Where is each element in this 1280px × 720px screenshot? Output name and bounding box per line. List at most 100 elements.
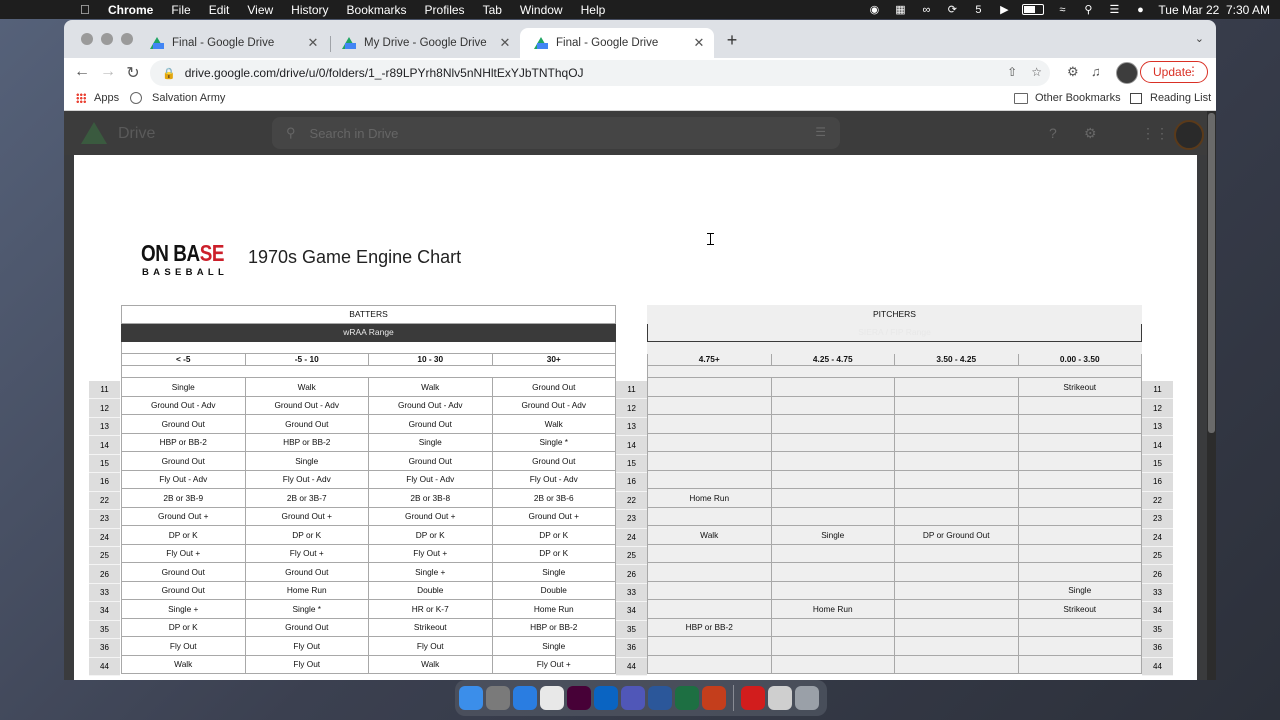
update-button[interactable]: Update ⋮: [1140, 61, 1208, 83]
address-bar[interactable]: 🔒 drive.google.com/drive/u/0/folders/1_-…: [150, 60, 1050, 86]
minimize-window-button[interactable]: [101, 33, 113, 45]
dock-trash-icon[interactable]: [795, 686, 819, 710]
reading-list[interactable]: Reading List: [1130, 92, 1211, 104]
creative-cloud-icon[interactable]: ∞: [918, 4, 934, 16]
other-bookmarks[interactable]: Other Bookmarks: [1014, 92, 1121, 104]
dock-excel-icon[interactable]: [675, 686, 699, 710]
apps-bookmark[interactable]: Apps: [76, 92, 119, 104]
table-cell: [647, 377, 772, 397]
table-cell: Ground Out +: [121, 506, 246, 526]
table-cell: Fly Out +: [121, 543, 246, 563]
bookmark-star-icon[interactable]: ☆: [1031, 65, 1042, 79]
roll-number: 33: [89, 583, 120, 603]
roll-number: 33: [1142, 583, 1173, 603]
new-tab-icon[interactable]: +: [722, 30, 742, 51]
dock-preview-icon[interactable]: [768, 686, 792, 710]
tab-final-drive-active[interactable]: Final - Google Drive ✕: [520, 28, 714, 58]
drive-search-box[interactable]: ⚲ Search in Drive ☰: [272, 117, 840, 149]
table-cell: [647, 636, 772, 656]
menu-window[interactable]: Window: [520, 3, 563, 17]
help-icon[interactable]: ?: [1049, 125, 1057, 141]
control-center-icon[interactable]: ☰: [1106, 4, 1122, 16]
roll-numbers-left: 11 12 13 14 15 16 22 23 24 25 26 33 34 35 36 44: [89, 381, 120, 676]
table-row: Ground Out - Adv Ground Out - Adv Ground O…: [121, 395, 616, 415]
wifi-icon[interactable]: ≈: [1054, 4, 1070, 16]
dock-teams-icon[interactable]: [621, 686, 645, 710]
menu-view[interactable]: View: [247, 3, 273, 17]
dock-adobe-xd-icon[interactable]: [567, 686, 591, 710]
tab-my-drive[interactable]: My Drive - Google Drive ✕: [328, 28, 520, 58]
roll-number: 22: [89, 491, 120, 511]
close-tab-icon[interactable]: ✕: [304, 35, 322, 51]
close-window-button[interactable]: [81, 33, 93, 45]
sync-icon[interactable]: ⟳: [944, 4, 960, 16]
more-menu-icon[interactable]: ⋮: [1187, 64, 1199, 78]
column-header: 10 - 30: [368, 352, 493, 366]
siri-icon[interactable]: ●: [1132, 4, 1148, 16]
menu-history[interactable]: History: [291, 3, 328, 17]
roll-number: 14: [89, 436, 120, 455]
bookmark-salvation-army[interactable]: Salvation Army: [130, 92, 225, 104]
account-avatar[interactable]: [1174, 120, 1204, 150]
lock-icon[interactable]: 🔒: [162, 67, 176, 80]
battery-icon[interactable]: [1022, 4, 1045, 15]
page-scrollbar[interactable]: [1207, 111, 1216, 680]
dock-powerpoint-icon[interactable]: [702, 686, 726, 710]
back-arrow-icon[interactable]: ←: [72, 63, 92, 81]
table-cell: 2B or 3B-7: [244, 488, 369, 508]
batters-table: BATTERS wRAA Range < -5 -5 - 10 10 - 30 …: [121, 305, 616, 674]
media-control-icon[interactable]: ♫: [1091, 64, 1101, 79]
dock-outlook-icon[interactable]: [594, 686, 618, 710]
dock-safari-icon[interactable]: [513, 686, 537, 710]
dock-word-icon[interactable]: [648, 686, 672, 710]
zoom-window-button[interactable]: [121, 33, 133, 45]
apple-icon[interactable]: : [80, 2, 96, 17]
menu-profiles[interactable]: Profiles: [425, 3, 465, 17]
close-tab-icon[interactable]: ✕: [496, 35, 514, 51]
roll-number: 13: [616, 417, 647, 437]
menu-help[interactable]: Help: [581, 3, 606, 17]
tab-search-chevron-icon[interactable]: ⌄: [1195, 32, 1204, 45]
menu-bookmarks[interactable]: Bookmarks: [347, 3, 407, 17]
vpn-icon[interactable]: ▦: [892, 4, 908, 16]
table-cell: [1017, 506, 1142, 526]
table-row: Single + Single * HR or K-7 Home Run: [121, 599, 616, 619]
apps-grid-icon[interactable]: ⋮⋮: [1141, 125, 1169, 142]
reload-icon[interactable]: ↻: [123, 63, 143, 83]
tab-final-drive-1[interactable]: Final - Google Drive ✕: [136, 28, 328, 58]
five-icon[interactable]: 5: [970, 4, 986, 16]
search-icon[interactable]: ⚲: [1080, 4, 1096, 16]
profile-avatar[interactable]: [1116, 62, 1138, 84]
dock-chrome-icon[interactable]: [540, 686, 564, 710]
play-icon[interactable]: ▶: [996, 4, 1012, 16]
table-row: Walk Fly Out Walk Fly Out +: [121, 654, 616, 674]
extensions-puzzle-icon[interactable]: ⚙: [1067, 64, 1079, 80]
table-row: [647, 451, 1142, 471]
table-cell: [770, 562, 895, 582]
table-cell: 2B or 3B-8: [368, 488, 493, 508]
search-icon: ⚲: [286, 125, 296, 140]
menu-edit[interactable]: Edit: [209, 3, 230, 17]
roll-number: 26: [89, 565, 120, 584]
table-cell: Fly Out - Adv: [368, 469, 493, 489]
close-tab-icon[interactable]: ✕: [690, 35, 708, 51]
url-text[interactable]: drive.google.com/drive/u/0/folders/1_-r8…: [185, 66, 584, 80]
table-cell: Walk: [368, 377, 493, 397]
dock-acrobat-icon[interactable]: [741, 686, 765, 710]
table-cell: Ground Out +: [368, 506, 493, 526]
menu-app-name[interactable]: Chrome: [108, 3, 153, 17]
roll-numbers-middle: 11 12 13 14 15 16 22 23 24 25 26 33 34 35 36 44: [616, 381, 647, 676]
menu-clock[interactable]: Tue Mar 22 7:30 AM: [1158, 3, 1270, 17]
forward-arrow-icon[interactable]: →: [98, 63, 118, 81]
dock-system-preferences-icon[interactable]: [486, 686, 510, 710]
settings-gear-icon[interactable]: ⚙: [1084, 125, 1097, 142]
search-options-icon[interactable]: ☰: [815, 125, 826, 139]
table-cell: Fly Out: [121, 636, 246, 656]
menu-file[interactable]: File: [171, 3, 190, 17]
menu-tab[interactable]: Tab: [483, 3, 502, 17]
record-icon[interactable]: ◉: [866, 4, 882, 16]
dock-finder-icon[interactable]: [459, 686, 483, 710]
share-icon[interactable]: ⇧: [1007, 65, 1017, 79]
scrollbar-thumb[interactable]: [1208, 113, 1215, 433]
table-cell: Double: [491, 580, 616, 600]
